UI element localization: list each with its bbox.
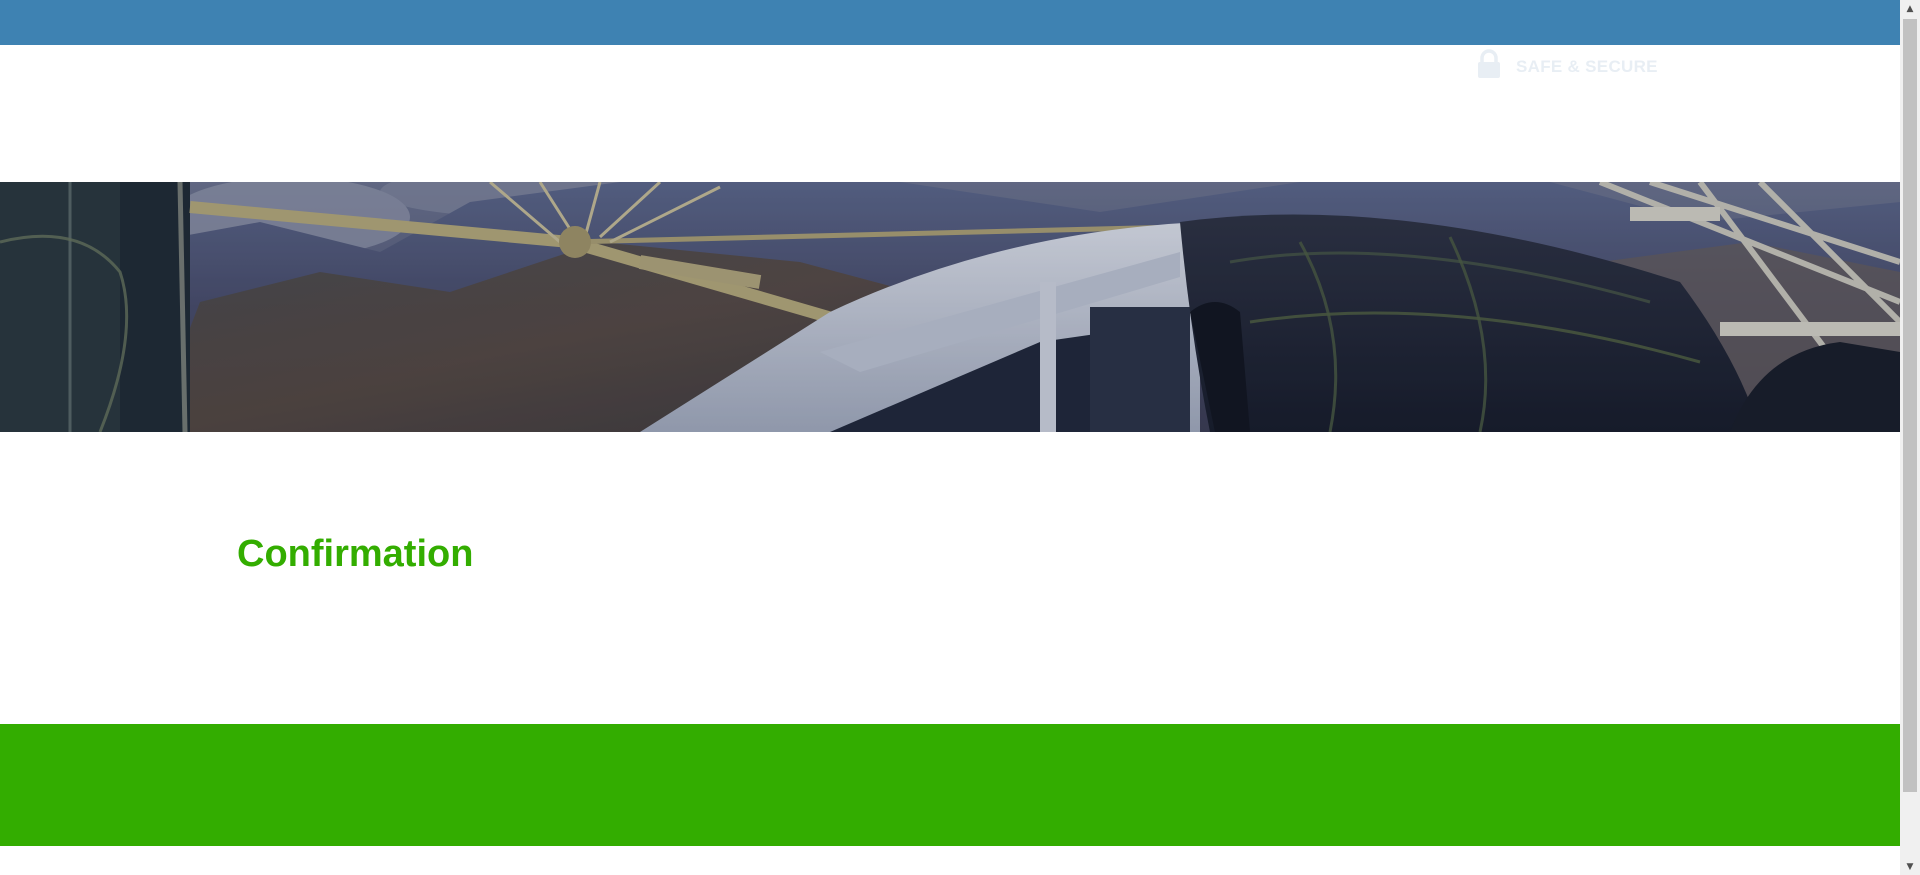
footer bbox=[0, 724, 1900, 846]
vertical-scrollbar[interactable]: ▲ ▼ bbox=[1900, 0, 1920, 875]
main-content: Confirmation bbox=[0, 432, 1900, 724]
page: SAFE & SECURE Confirmation bbox=[0, 0, 1900, 875]
scrollbar-thumb[interactable] bbox=[1903, 19, 1917, 792]
scroll-down-arrow-icon[interactable]: ▼ bbox=[1900, 858, 1920, 875]
page-title: Confirmation bbox=[237, 533, 474, 575]
top-bar bbox=[0, 0, 1900, 45]
lock-icon bbox=[1474, 49, 1504, 79]
safe-secure-label: SAFE & SECURE bbox=[1516, 57, 1658, 76]
scroll-up-arrow-icon[interactable]: ▲ bbox=[1900, 0, 1920, 17]
page-bottom bbox=[0, 846, 1900, 875]
safe-secure-badge: SAFE & SECURE bbox=[1474, 47, 1658, 81]
hero-image bbox=[0, 182, 1900, 432]
hero-banner-image bbox=[0, 182, 1900, 432]
header: SAFE & SECURE bbox=[0, 45, 1900, 182]
